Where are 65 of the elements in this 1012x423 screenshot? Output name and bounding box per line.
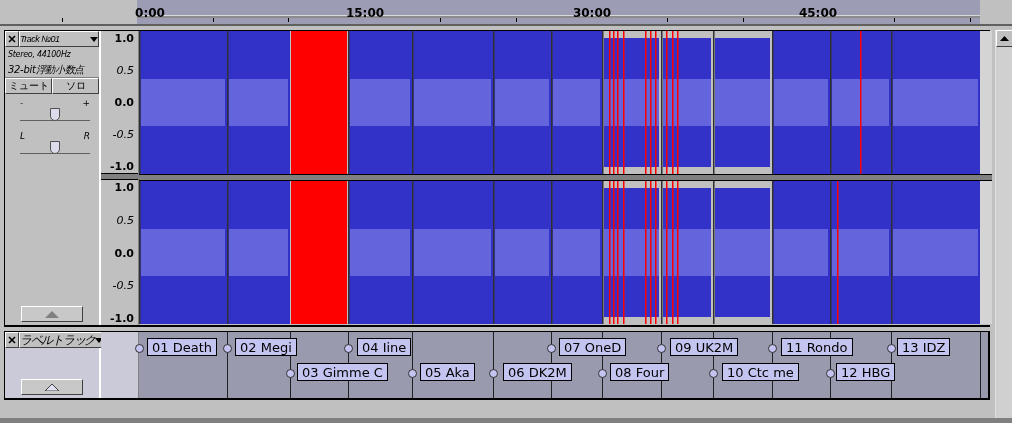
close-button[interactable] — [5, 31, 19, 47]
close-icon — [8, 336, 16, 344]
amplitude-scale-label: 1.0 — [114, 33, 134, 45]
ruler-time-label: 45:00 — [798, 6, 838, 20]
track-label[interactable]: 09 UK2M — [670, 338, 739, 356]
ruler-time-label: 0:00 — [135, 6, 165, 20]
triangle-up-icon — [1000, 36, 1009, 41]
track-label[interactable]: 02 Megi — [235, 338, 297, 356]
label-handle-icon[interactable] — [223, 344, 232, 353]
scroll-up-button[interactable] — [996, 30, 1012, 47]
ruler-time-label: 30:00 — [572, 6, 612, 20]
vertical-scrollbar[interactable] — [995, 30, 1012, 418]
slider-max-label: + — [82, 98, 90, 108]
slider-min-label: - — [20, 98, 24, 108]
amplitude-scale-label: 0.5 — [116, 65, 134, 77]
label-handle-icon[interactable] — [709, 369, 718, 378]
track-label[interactable]: 05 Aka — [420, 363, 475, 381]
label-handle-icon[interactable] — [598, 369, 607, 378]
solo-button[interactable]: ソロ — [52, 78, 99, 94]
track-label[interactable]: 13 IDZ — [897, 338, 951, 356]
amplitude-scale-label: -0.5 — [112, 129, 134, 141]
track-label[interactable]: 08 Four — [610, 363, 670, 381]
track-label[interactable]: 04 Iine — [357, 338, 412, 356]
track-info-text: 32-bit浮動小数点 — [7, 63, 86, 77]
timeline-ruler[interactable]: 0:00 15:00 30:00 45:00 — [137, 0, 980, 24]
amplitude-scale-label: -1.0 — [109, 313, 134, 325]
track-info-text: Stereo, 44100Hz — [7, 49, 72, 61]
amplitude-scale-label: 0.0 — [114, 97, 134, 109]
amplitude-scale-label: 0.5 — [116, 214, 134, 227]
close-icon — [8, 35, 16, 43]
triangle-up-icon — [45, 383, 59, 391]
slider-thumb[interactable] — [50, 141, 60, 154]
amplitude-scale-label: 0.0 — [114, 247, 134, 260]
mute-button[interactable]: ミュート — [5, 78, 52, 94]
triangle-up-icon — [45, 310, 59, 318]
track-label[interactable]: 11 Rondo — [781, 338, 853, 356]
track-label[interactable]: 07 OneD — [559, 338, 627, 356]
amplitude-scale-label: -1.0 — [109, 161, 134, 173]
label-handle-icon[interactable] — [408, 369, 417, 378]
amplitude-scale-label: 1.0 — [114, 182, 134, 194]
amplitude-scale-label: -0.5 — [112, 280, 134, 293]
slider-thumb[interactable] — [50, 108, 60, 121]
label-handle-icon[interactable] — [489, 369, 498, 378]
label-handle-icon[interactable] — [547, 344, 556, 353]
collapse-button[interactable] — [21, 306, 83, 322]
label-handle-icon[interactable] — [657, 344, 666, 353]
track-label[interactable]: 12 HBG — [836, 363, 896, 381]
slider-max-label: R — [83, 131, 90, 141]
ruler-time-label: 15:00 — [345, 6, 385, 20]
label-handle-icon[interactable] — [826, 369, 835, 378]
track-label[interactable]: 03 Gimme C — [297, 363, 388, 381]
close-button[interactable] — [5, 332, 19, 348]
caret-icon — [90, 36, 98, 42]
track-name-menu[interactable]: Track №01 — [19, 31, 99, 47]
label-handle-icon[interactable] — [344, 344, 353, 353]
slider-min-label: L — [20, 131, 25, 141]
label-handle-icon[interactable] — [286, 369, 295, 378]
track-label[interactable]: 06 DK2M — [503, 363, 572, 381]
label-handle-icon[interactable] — [135, 344, 144, 353]
label-handle-icon[interactable] — [768, 344, 777, 353]
collapse-button[interactable] — [21, 379, 83, 395]
label-handle-icon[interactable] — [887, 344, 896, 353]
track-label[interactable]: 10 Ctc me — [722, 363, 799, 381]
track-label[interactable]: 01 Death — [147, 338, 217, 356]
track-name-menu[interactable]: ラベルトラック — [19, 332, 104, 348]
